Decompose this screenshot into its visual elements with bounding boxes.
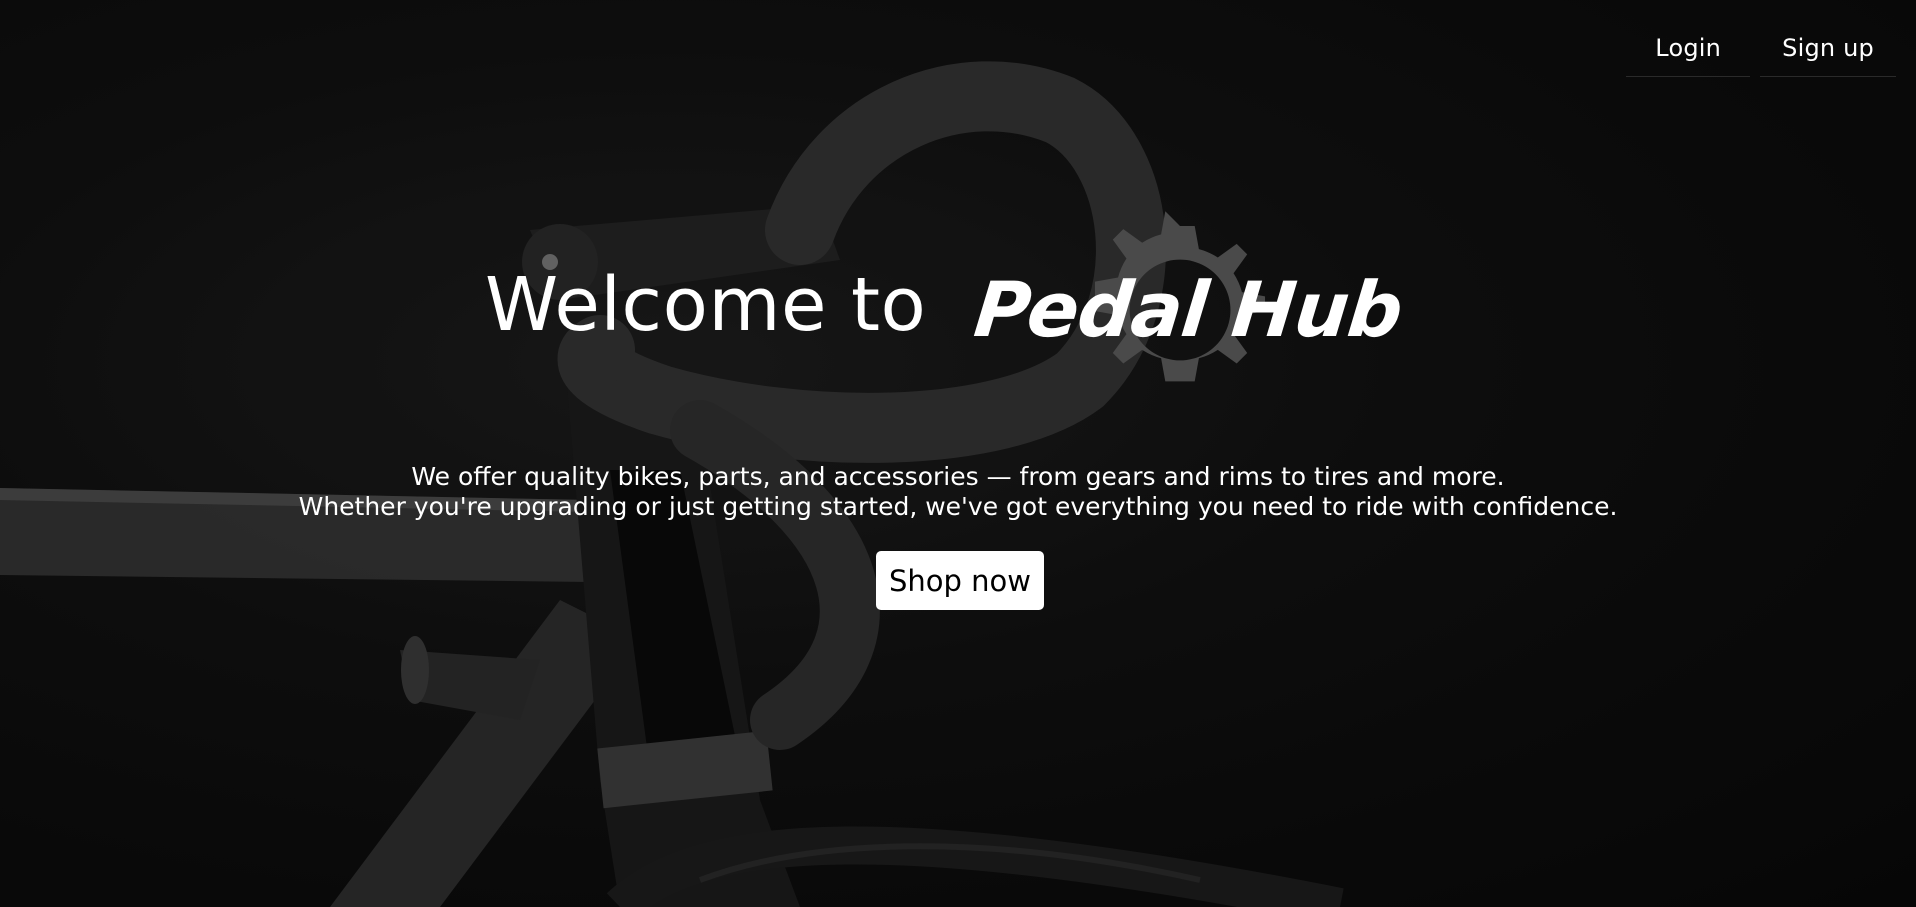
tagline: We offer quality bikes, parts, and acces…: [0, 462, 1916, 522]
top-nav: Login Sign up: [1626, 28, 1896, 77]
tagline-line-1: We offer quality bikes, parts, and acces…: [411, 462, 1505, 491]
landing-page: Login Sign up Welcome to Pedal Hub We of…: [0, 0, 1916, 907]
pedal-hub-logo: Pedal Hub: [970, 205, 1406, 420]
tagline-line-2: Whether you're upgrading or just getting…: [298, 492, 1618, 521]
bicycle-background-image: [0, 0, 1916, 907]
signup-link[interactable]: Sign up: [1760, 28, 1896, 77]
welcome-text: Welcome to: [485, 262, 927, 348]
brand-name: Pedal Hub: [970, 265, 1407, 354]
shop-now-button[interactable]: Shop now: [876, 551, 1044, 610]
hero-heading: Welcome to: [485, 262, 926, 348]
login-link[interactable]: Login: [1626, 28, 1751, 77]
